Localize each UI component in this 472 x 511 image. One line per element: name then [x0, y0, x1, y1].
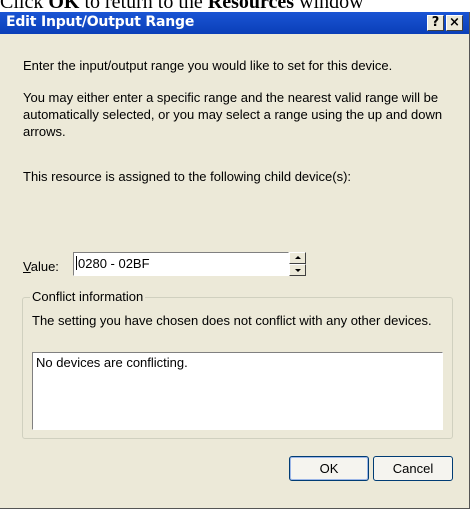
- value-label-text: alue:: [30, 259, 59, 274]
- value-spinner[interactable]: [289, 252, 306, 276]
- spin-up-button[interactable]: [289, 252, 306, 264]
- intro-text: Enter the input/output range you would l…: [23, 58, 393, 73]
- close-button[interactable]: ×: [446, 15, 463, 31]
- value-input[interactable]: 0280 - 02BF: [73, 252, 289, 276]
- spin-down-button[interactable]: [289, 264, 306, 276]
- conflict-list-item: No devices are conflicting.: [36, 355, 188, 370]
- edit-io-range-dialog: Edit Input/Output Range ? × Enter the in…: [0, 12, 470, 509]
- instructions-text: You may either enter a specific range an…: [23, 90, 443, 139]
- text-cursor: [76, 256, 77, 270]
- page-caption: Click OK to return to the Resources wind…: [0, 0, 472, 12]
- value-label: Value:: [23, 259, 59, 274]
- arrow-up-icon: [295, 256, 301, 259]
- conflict-group-label: Conflict information: [30, 289, 146, 304]
- ok-button[interactable]: OK: [289, 456, 369, 481]
- value-label-accel: V: [23, 259, 31, 274]
- assigned-devices-text: This resource is assigned to the followi…: [23, 169, 352, 184]
- conflict-list[interactable]: No devices are conflicting.: [32, 352, 443, 430]
- title-bar[interactable]: Edit Input/Output Range ? ×: [0, 12, 469, 34]
- dialog-title: Edit Input/Output Range: [6, 14, 195, 30]
- arrow-down-icon: [295, 269, 301, 272]
- help-button[interactable]: ?: [427, 15, 444, 31]
- value-text: 0280 - 02BF: [78, 256, 150, 271]
- cancel-button[interactable]: Cancel: [373, 456, 453, 481]
- conflict-message: The setting you have chosen does not con…: [32, 313, 432, 328]
